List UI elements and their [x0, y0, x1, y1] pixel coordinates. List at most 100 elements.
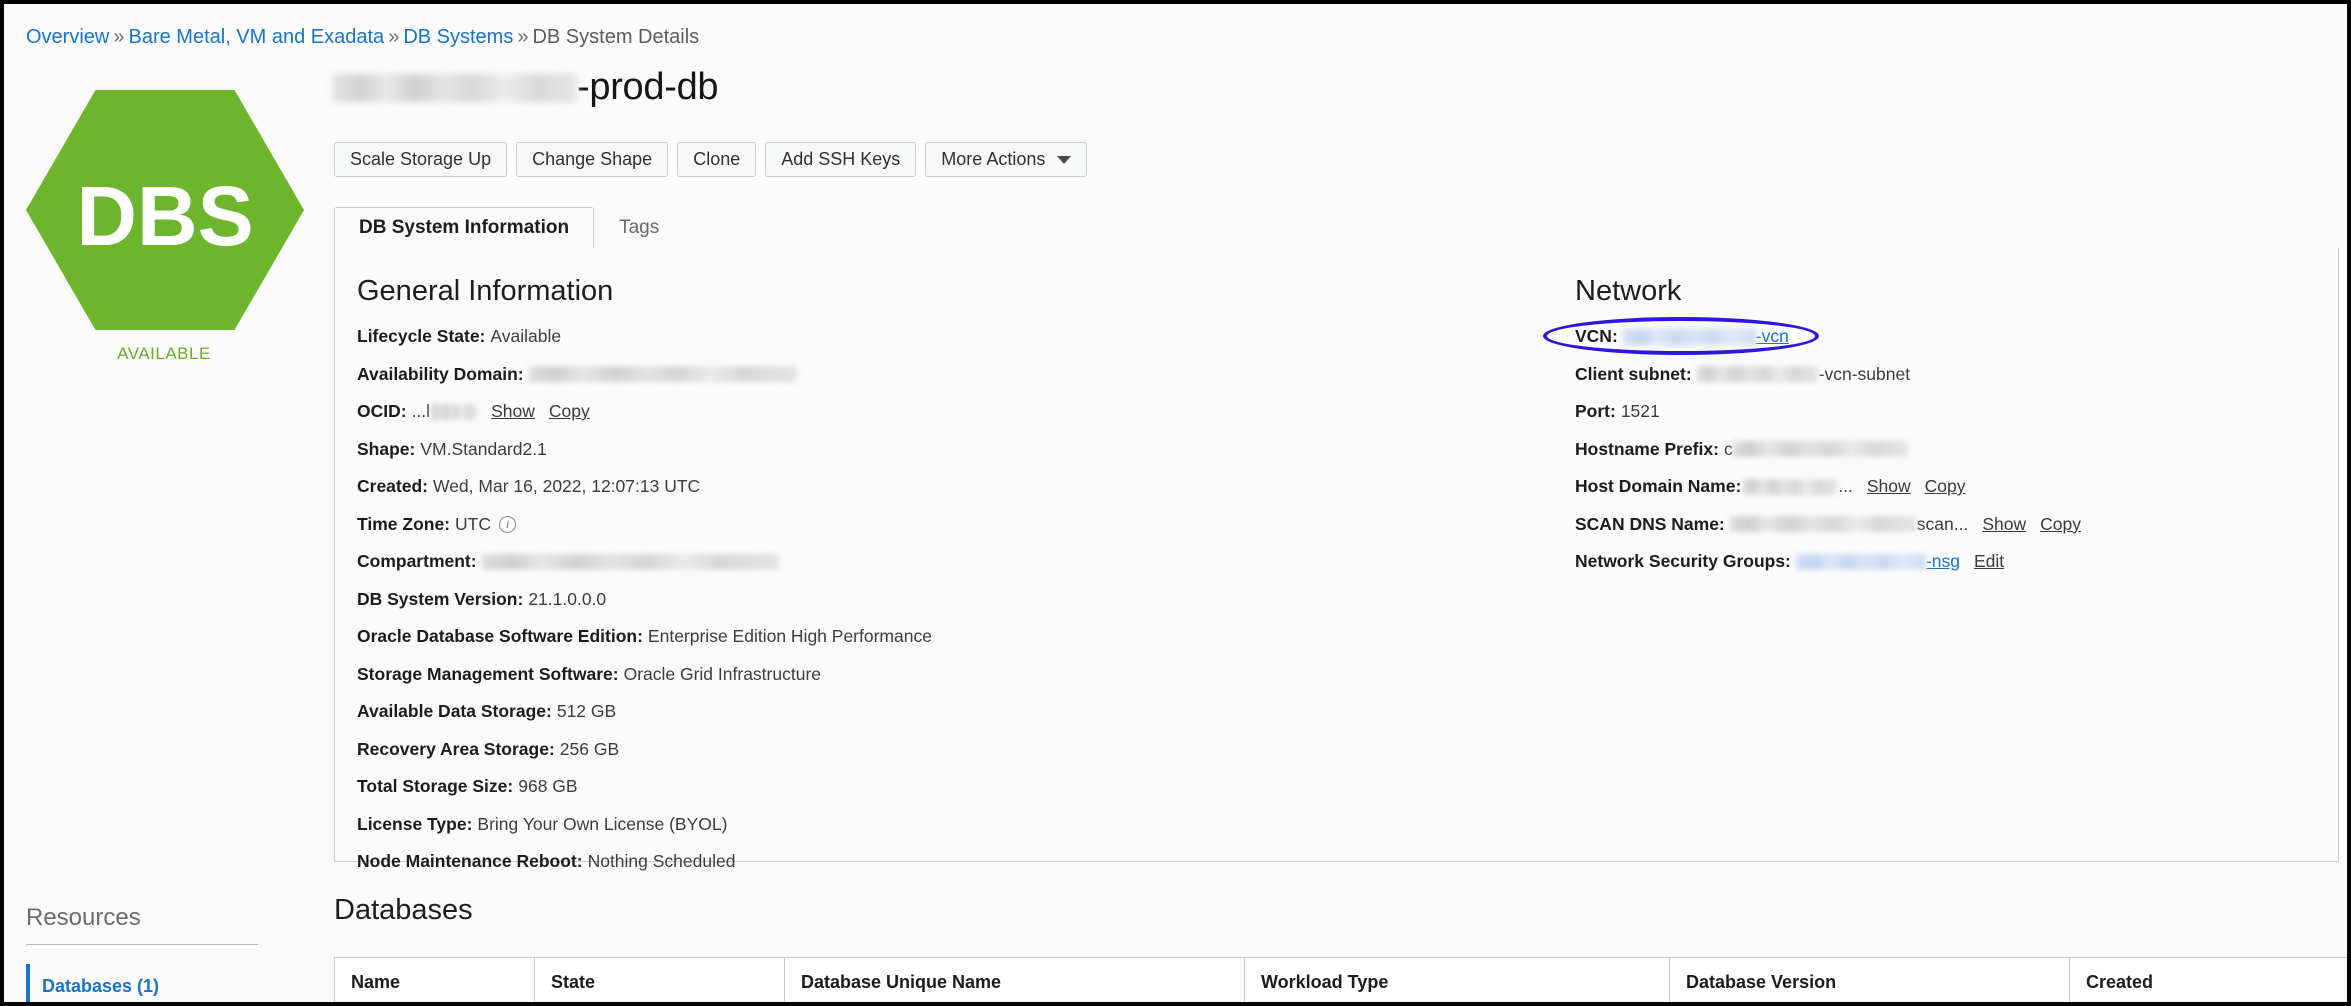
- breadcrumb-separator: »: [384, 26, 403, 48]
- field-recovery-area-storage-label: Recovery Area Storage:: [357, 741, 555, 759]
- redacted-vcn-value: [1623, 329, 1756, 345]
- chevron-down-icon: [1057, 156, 1071, 164]
- breadcrumb-item-db-systems[interactable]: DB Systems: [403, 26, 513, 48]
- field-oracle-database-software-edition-label: Oracle Database Software Edition:: [357, 628, 643, 646]
- field-total-storage-size: Total Storage Size: 968 GB: [357, 778, 1527, 796]
- resources-divider: [26, 944, 258, 945]
- field-time-zone-label: Time Zone:: [357, 516, 450, 534]
- column-header-state[interactable]: State: [535, 958, 785, 1003]
- breadcrumb-item-overview[interactable]: Overview: [26, 26, 109, 48]
- general-information-section: General Information Lifecycle State:Avai…: [357, 275, 1527, 891]
- field-scan-dns-name: SCAN DNS Name: scan... Show Copy: [1575, 516, 2315, 534]
- field-total-storage-size-value: 968 GB: [518, 778, 577, 796]
- field-time-zone-value: UTC: [455, 516, 491, 534]
- redacted-scan-dns-name-value: [1730, 516, 1916, 532]
- action-button-bar: Scale Storage Up Change Shape Clone Add …: [334, 142, 1087, 177]
- field-license-type-label: License Type:: [357, 816, 472, 834]
- resources-heading: Resources: [26, 904, 141, 932]
- field-license-type-value: Bring Your Own License (BYOL): [477, 816, 727, 834]
- change-shape-label: Change Shape: [532, 149, 652, 170]
- scale-storage-up-button[interactable]: Scale Storage Up: [334, 142, 507, 177]
- databases-heading: Databases: [334, 894, 473, 927]
- more-actions-button[interactable]: More Actions: [925, 142, 1087, 177]
- ocid-show-link[interactable]: Show: [491, 403, 535, 421]
- column-header-database-version[interactable]: Database Version: [1670, 958, 2070, 1003]
- field-scan-dns-name-label: SCAN DNS Name:: [1575, 516, 1725, 534]
- field-db-system-version: DB System Version:21.1.0.0.0: [357, 591, 1527, 609]
- column-header-database-unique-name[interactable]: Database Unique Name: [785, 958, 1245, 1003]
- field-lifecycle-state: Lifecycle State: Available: [357, 328, 1527, 346]
- field-port-value: 1521: [1621, 403, 1660, 421]
- breadcrumb-item-bare-metal-vm-exadata[interactable]: Bare Metal, VM and Exadata: [128, 26, 384, 48]
- field-ocid: OCID:...lShowCopy: [357, 403, 1527, 421]
- column-header-workload-type[interactable]: Workload Type: [1245, 958, 1670, 1003]
- field-created-label: Created:: [357, 478, 428, 496]
- tab-tags-label: Tags: [619, 217, 659, 239]
- field-vcn-label: VCN:: [1575, 328, 1618, 346]
- field-created-value: Wed, Mar 16, 2022, 12:07:13 UTC: [433, 478, 700, 496]
- dbs-hexagon-icon: DBS: [26, 90, 304, 330]
- ocid-copy-link[interactable]: Copy: [549, 403, 590, 421]
- redacted-availability-domain-value: [529, 366, 797, 382]
- scale-storage-up-label: Scale Storage Up: [350, 149, 491, 170]
- column-header-name[interactable]: Name: [335, 958, 535, 1003]
- field-db-system-version-label: DB System Version:: [357, 591, 523, 609]
- field-compartment-label: Compartment:: [357, 553, 477, 571]
- field-shape: Shape:VM.Standard2.1: [357, 441, 1527, 459]
- page-title-suffix: -prod-db: [577, 66, 718, 109]
- field-lifecycle-state-label: Lifecycle State:: [357, 328, 485, 346]
- field-total-storage-size-label: Total Storage Size:: [357, 778, 513, 796]
- resource-status-label: AVAILABLE: [4, 344, 324, 364]
- breadcrumb: Overview»Bare Metal, VM and Exadata»DB S…: [26, 26, 699, 49]
- field-vcn: VCN: -vcn: [1575, 328, 2315, 346]
- field-hostname-prefix-value: c: [1724, 441, 1733, 459]
- breadcrumb-separator: »: [513, 26, 532, 48]
- resource-icon-panel: DBS AVAILABLE: [4, 52, 324, 372]
- redacted-host-domain-name-value: [1743, 479, 1837, 495]
- clone-label: Clone: [693, 149, 740, 170]
- field-scan-dns-name-suffix: scan...: [1917, 516, 1969, 534]
- sidebar-item-databases-label: Databases (1): [42, 976, 159, 997]
- field-available-data-storage: Available Data Storage:512 GB: [357, 703, 1527, 721]
- db-system-information-panel: General Information Lifecycle State:Avai…: [334, 248, 2339, 862]
- page-root: Overview»Bare Metal, VM and Exadata»DB S…: [4, 4, 2347, 1002]
- field-recovery-area-storage: Recovery Area Storage: 256 GB: [357, 741, 1527, 759]
- vcn-link-suffix[interactable]: -vcn: [1756, 328, 1789, 346]
- table-header-row: Name State Database Unique Name Workload…: [335, 958, 2348, 1003]
- scan-dns-name-copy-link[interactable]: Copy: [2040, 516, 2081, 534]
- field-node-maintenance-reboot: Node Maintenance Reboot:Nothing Schedule…: [357, 853, 1527, 871]
- field-availability-domain: Availability Domain:: [357, 366, 1527, 384]
- field-license-type: License Type: Bring Your Own License (BYO…: [357, 816, 1527, 834]
- info-icon[interactable]: i: [499, 516, 516, 533]
- network-security-groups-edit-link[interactable]: Edit: [1974, 553, 2004, 571]
- tab-db-system-information[interactable]: DB System Information: [334, 207, 594, 249]
- host-domain-name-copy-link[interactable]: Copy: [1925, 478, 1966, 496]
- field-available-data-storage-label: Available Data Storage:: [357, 703, 552, 721]
- field-client-subnet-label: Client subnet:: [1575, 366, 1692, 384]
- field-host-domain-name: Host Domain Name:...ShowCopy: [1575, 478, 2315, 496]
- column-header-created[interactable]: Created: [2070, 958, 2348, 1003]
- field-ocid-label: OCID:: [357, 403, 407, 421]
- field-storage-management-software-label: Storage Management Software:: [357, 666, 619, 684]
- breadcrumb-item-db-system-details: DB System Details: [532, 26, 699, 48]
- field-shape-value: VM.Standard2.1: [420, 441, 546, 459]
- add-ssh-keys-button[interactable]: Add SSH Keys: [765, 142, 916, 177]
- network-security-groups-link-suffix[interactable]: -nsg: [1926, 553, 1960, 571]
- field-created: Created: Wed, Mar 16, 2022, 12:07:13 UTC: [357, 478, 1527, 496]
- scan-dns-name-show-link[interactable]: Show: [1982, 516, 2026, 534]
- field-host-domain-name-label: Host Domain Name:: [1575, 478, 1741, 496]
- databases-table: Name State Database Unique Name Workload…: [334, 957, 2347, 1002]
- field-lifecycle-state-value: Available: [490, 328, 561, 346]
- tab-db-system-information-label: DB System Information: [359, 217, 569, 239]
- host-domain-name-show-link[interactable]: Show: [1867, 478, 1911, 496]
- dbs-logo-text: DBS: [76, 169, 253, 263]
- field-network-security-groups-label: Network Security Groups:: [1575, 553, 1791, 571]
- change-shape-button[interactable]: Change Shape: [516, 142, 668, 177]
- more-actions-label: More Actions: [941, 149, 1045, 170]
- field-compartment: Compartment:: [357, 553, 1527, 571]
- sidebar-item-databases[interactable]: Databases (1): [26, 964, 159, 1002]
- field-recovery-area-storage-value: 256 GB: [560, 741, 619, 759]
- tab-tags[interactable]: Tags: [594, 207, 684, 249]
- field-node-maintenance-reboot-label: Node Maintenance Reboot:: [357, 853, 583, 871]
- clone-button[interactable]: Clone: [677, 142, 756, 177]
